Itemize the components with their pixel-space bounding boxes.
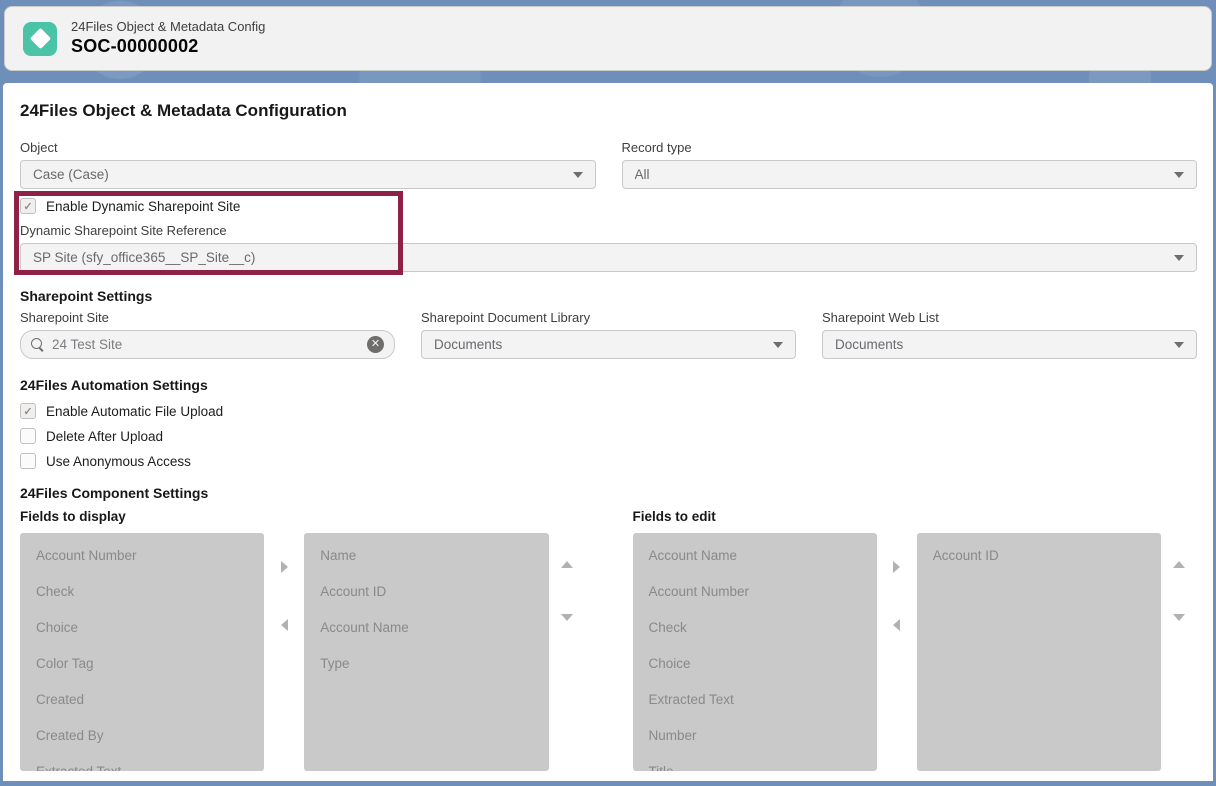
list-item[interactable]: Color Tag (20, 646, 264, 682)
fields-to-edit-available-list[interactable]: Account NameAccount NumberCheckChoiceExt… (633, 533, 877, 771)
object-icon (23, 22, 57, 56)
move-left-icon[interactable] (893, 619, 900, 631)
enable-automatic-upload-checkbox[interactable] (20, 403, 36, 419)
list-item[interactable]: Created By (20, 718, 264, 754)
record-title: SOC-00000002 (71, 35, 265, 58)
use-anonymous-access-checkbox[interactable] (20, 453, 36, 469)
fields-to-display-available-list[interactable]: Account NumberCheckChoiceColor TagCreate… (20, 533, 264, 771)
dynamic-site-reference-select[interactable]: SP Site (sfy_office365__SP_Site__c) (20, 243, 1197, 272)
component-settings-title: 24Files Component Settings (20, 485, 1197, 501)
list-item[interactable]: Account Name (304, 610, 548, 646)
clear-icon[interactable] (367, 336, 384, 353)
web-list-value: Documents (835, 337, 1166, 352)
list-item[interactable]: Number (633, 718, 877, 754)
chevron-down-icon (1174, 172, 1184, 178)
list-item[interactable]: Account ID (304, 574, 548, 610)
move-right-icon[interactable] (281, 561, 288, 573)
enable-automatic-upload-label: Enable Automatic File Upload (46, 404, 223, 419)
page-title: 24Files Object & Metadata Configuration (20, 101, 1197, 121)
list-item[interactable]: Extracted Text (20, 754, 264, 771)
chevron-down-icon (573, 172, 583, 178)
dynamic-site-reference-label: Dynamic Sharepoint Site Reference (20, 223, 1197, 238)
dynamic-site-reference-value: SP Site (sfy_office365__SP_Site__c) (33, 250, 1166, 265)
enable-dynamic-site-checkbox[interactable] (20, 198, 36, 214)
list-item[interactable]: Choice (20, 610, 264, 646)
list-item[interactable]: Extracted Text (633, 682, 877, 718)
document-library-label: Sharepoint Document Library (421, 310, 796, 325)
list-item[interactable]: Name (304, 538, 548, 574)
fields-to-edit-selected-list[interactable]: Account ID (917, 533, 1161, 771)
record-type-label: Record type (622, 140, 1198, 155)
move-up-icon[interactable] (1173, 561, 1185, 568)
move-right-icon[interactable] (893, 561, 900, 573)
move-up-icon[interactable] (561, 561, 573, 568)
object-label: Object (20, 140, 596, 155)
record-type-select[interactable]: All (622, 160, 1198, 189)
list-item[interactable]: Check (633, 610, 877, 646)
web-list-label: Sharepoint Web List (822, 310, 1197, 325)
move-left-icon[interactable] (281, 619, 288, 631)
use-anonymous-access-label: Use Anonymous Access (46, 454, 191, 469)
list-item[interactable]: Choice (633, 646, 877, 682)
object-select[interactable]: Case (Case) (20, 160, 596, 189)
sharepoint-site-value: 24 Test Site (52, 337, 367, 352)
diamond-icon (29, 28, 50, 49)
move-down-icon[interactable] (561, 614, 573, 621)
list-item[interactable]: Account Name (633, 538, 877, 574)
fields-to-edit-label: Fields to edit (633, 509, 1198, 524)
search-icon (31, 338, 44, 351)
sharepoint-settings-title: Sharepoint Settings (20, 288, 1197, 304)
record-header: 24Files Object & Metadata Config SOC-000… (4, 6, 1212, 71)
document-library-value: Documents (434, 337, 765, 352)
delete-after-upload-label: Delete After Upload (46, 429, 163, 444)
delete-after-upload-checkbox[interactable] (20, 428, 36, 444)
sharepoint-site-label: Sharepoint Site (20, 310, 395, 325)
list-item[interactable]: Type (304, 646, 548, 682)
entity-label: 24Files Object & Metadata Config (71, 19, 265, 35)
chevron-down-icon (1174, 255, 1184, 261)
web-list-select[interactable]: Documents (822, 330, 1197, 359)
list-item[interactable]: Account Number (20, 538, 264, 574)
fields-to-display-label: Fields to display (20, 509, 585, 524)
list-item[interactable]: Check (20, 574, 264, 610)
list-item[interactable]: Account ID (917, 538, 1161, 574)
object-select-value: Case (Case) (33, 167, 565, 182)
move-down-icon[interactable] (1173, 614, 1185, 621)
sharepoint-site-search-input[interactable]: 24 Test Site (20, 330, 395, 359)
config-form-card: 24Files Object & Metadata Configuration … (3, 83, 1213, 781)
enable-dynamic-site-label: Enable Dynamic Sharepoint Site (46, 199, 240, 214)
list-item[interactable]: Account Number (633, 574, 877, 610)
automation-settings-title: 24Files Automation Settings (20, 377, 1197, 393)
list-item[interactable]: Created (20, 682, 264, 718)
fields-to-display-selected-list[interactable]: NameAccount IDAccount NameType (304, 533, 548, 771)
record-type-select-value: All (635, 167, 1167, 182)
chevron-down-icon (1174, 342, 1184, 348)
chevron-down-icon (773, 342, 783, 348)
list-item[interactable]: Title (633, 754, 877, 771)
document-library-select[interactable]: Documents (421, 330, 796, 359)
